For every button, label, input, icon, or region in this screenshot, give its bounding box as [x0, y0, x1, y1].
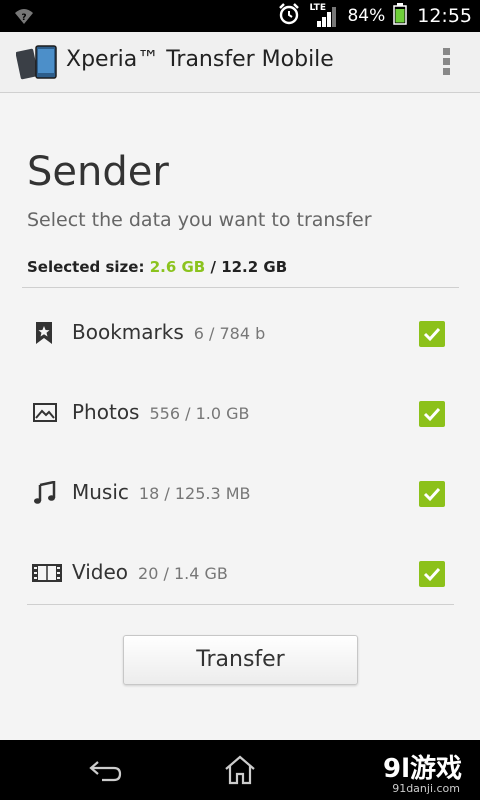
item-count: 18 / 125.3 MB — [138, 484, 251, 503]
status-bar: ? LTE 84% 12:55 — [0, 0, 480, 32]
app-logo-icon — [15, 42, 60, 82]
back-icon[interactable] — [88, 758, 124, 784]
alarm-icon — [277, 2, 301, 30]
photos-checkbox[interactable] — [419, 401, 445, 427]
list-item-text: Bookmarks 6 / 784 b — [72, 320, 265, 344]
battery-icon — [393, 3, 407, 29]
divider — [22, 287, 459, 288]
page-subtitle: Select the data you want to transfer — [27, 209, 372, 231]
checkmark-icon — [423, 567, 441, 582]
list-item-music[interactable]: Music 18 / 125.3 MB — [0, 463, 480, 523]
page-title: Sender — [27, 149, 169, 195]
selected-size-line: Selected size: 2.6 GB / 12.2 GB — [27, 258, 287, 276]
music-note-icon — [32, 480, 58, 505]
selected-size-label: Selected size: — [27, 258, 145, 276]
checkmark-icon — [423, 487, 441, 502]
list-item-text: Video 20 / 1.4 GB — [72, 560, 228, 584]
transfer-button[interactable]: Transfer — [123, 635, 358, 685]
action-bar: Xperia™ Transfer Mobile — [0, 32, 480, 93]
music-checkbox[interactable] — [419, 481, 445, 507]
list-item-photos[interactable]: Photos 556 / 1.0 GB — [0, 383, 480, 443]
list-item-text: Music 18 / 125.3 MB — [72, 480, 251, 504]
checkmark-icon — [423, 407, 441, 422]
navigation-bar: 9l游戏 91danji.com — [0, 740, 480, 800]
bookmarks-checkbox[interactable] — [419, 321, 445, 347]
wifi-icon: ? — [14, 7, 34, 29]
bookmark-icon — [32, 321, 58, 345]
list-item-text: Photos 556 / 1.0 GB — [72, 400, 250, 424]
item-count: 556 / 1.0 GB — [149, 404, 250, 423]
watermark-url: 91danji.com — [392, 782, 460, 795]
item-count: 20 / 1.4 GB — [138, 564, 228, 583]
film-icon — [32, 561, 62, 585]
item-label: Video — [72, 560, 129, 584]
video-checkbox[interactable] — [419, 561, 445, 587]
overflow-menu-icon[interactable] — [442, 46, 452, 78]
watermark-logo: 9l游戏 — [382, 754, 462, 784]
list-item-video[interactable]: Video 20 / 1.4 GB — [0, 543, 480, 603]
checkmark-icon — [423, 327, 441, 342]
size-separator: / — [205, 258, 222, 276]
battery-percent: 84% — [347, 6, 386, 26]
item-label: Photos — [72, 400, 140, 424]
item-count: 6 / 784 b — [193, 324, 266, 343]
signal-icon: LTE — [309, 3, 339, 28]
divider — [27, 604, 454, 605]
item-label: Music — [72, 480, 129, 504]
app-title: Xperia™ Transfer Mobile — [66, 47, 334, 72]
total-size-value: 12.2 GB — [221, 258, 288, 276]
item-label: Bookmarks — [72, 320, 184, 344]
svg-text:?: ? — [21, 13, 26, 23]
list-item-bookmarks[interactable]: Bookmarks 6 / 784 b — [0, 303, 480, 363]
photo-icon — [32, 401, 58, 425]
home-icon[interactable] — [222, 754, 258, 786]
selected-size-value: 2.6 GB — [149, 258, 206, 276]
clock: 12:55 — [417, 5, 472, 27]
sender-panel: Sender Select the data you want to trans… — [0, 93, 480, 740]
